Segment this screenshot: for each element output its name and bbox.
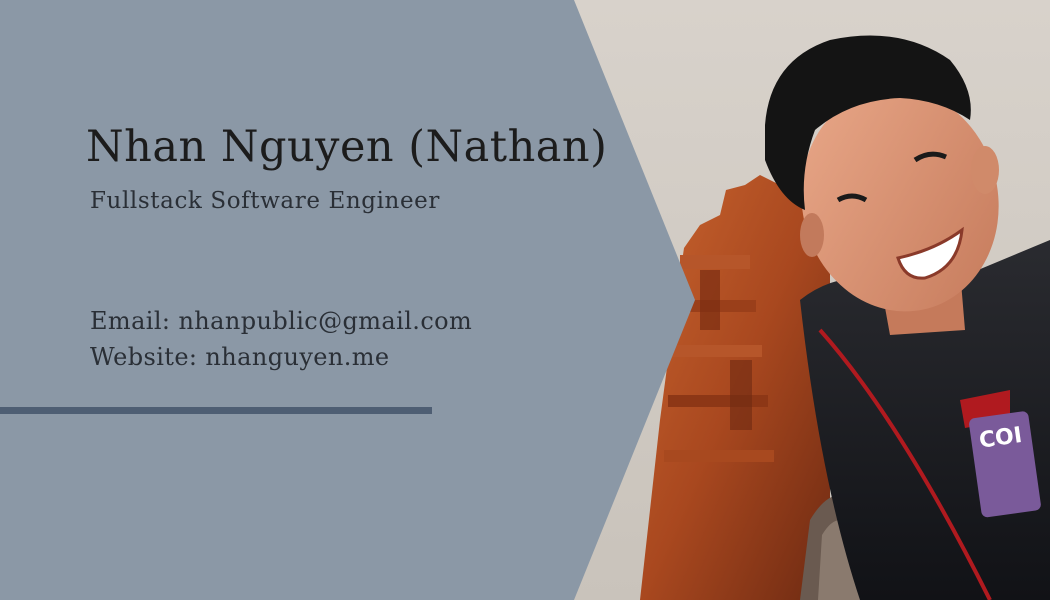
divider-bar [0,407,432,414]
job-title: Fullstack Software Engineer [90,188,440,214]
info-panel [0,0,695,600]
person-name: Nhan Nguyen (Nathan) [86,122,608,172]
business-card: COI Nhan Nguyen (Nathan) Fullstack Softw… [0,0,1050,600]
website-line[interactable]: Website: nhanguyen.me [90,343,390,371]
email-line[interactable]: Email: nhanpublic@gmail.com [90,307,472,335]
